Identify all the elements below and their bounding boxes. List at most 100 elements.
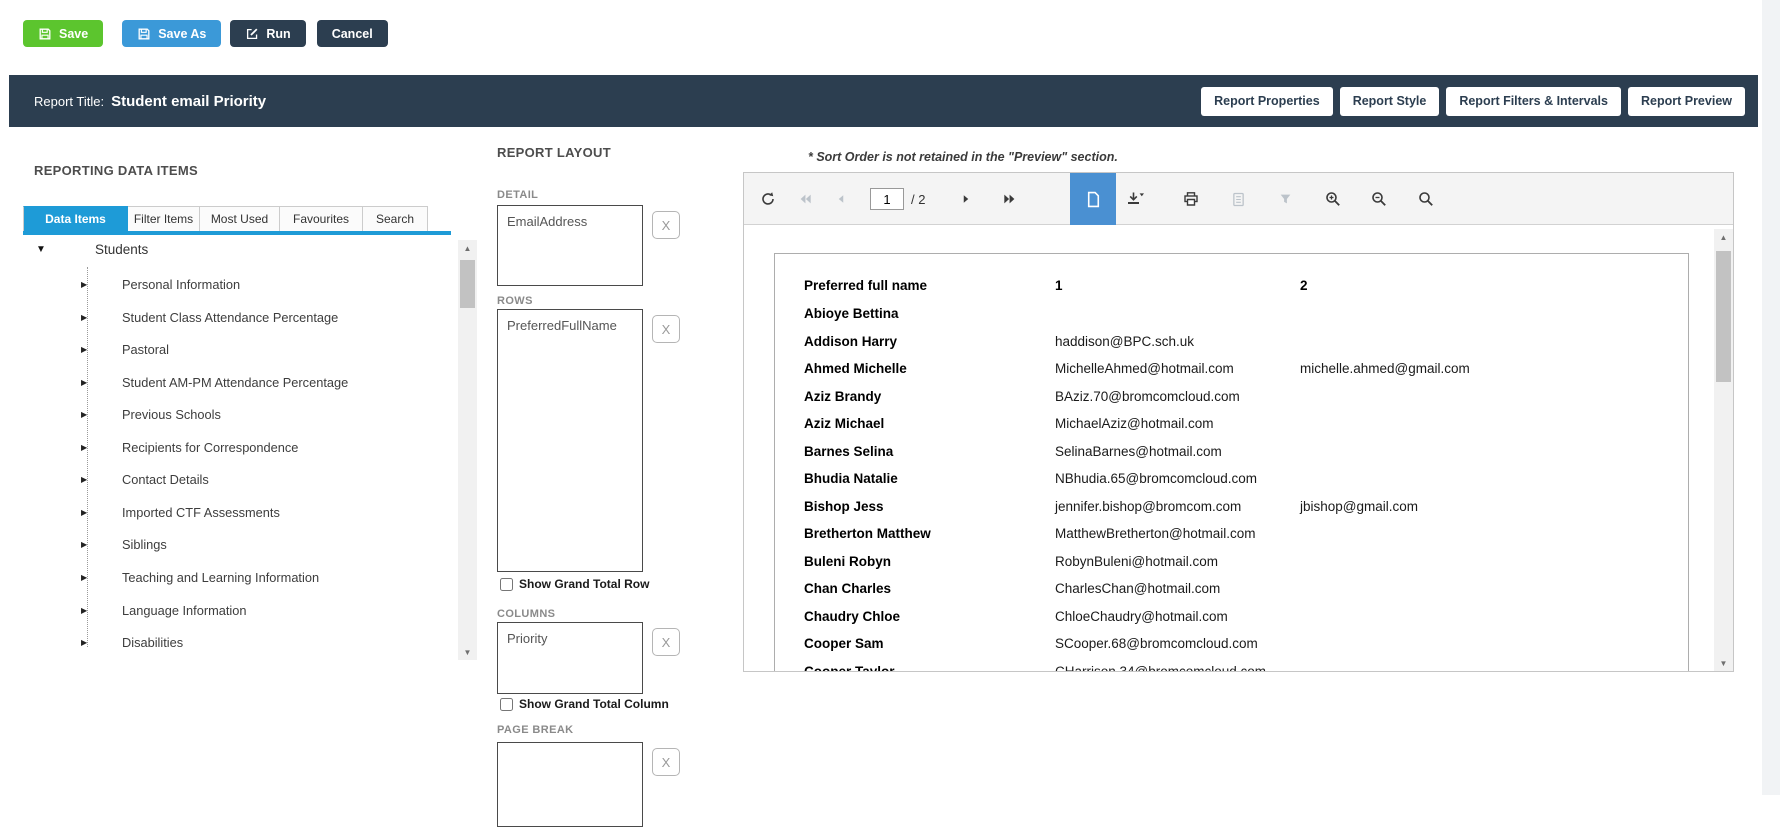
tree-node-label: Contact Details: [122, 472, 209, 488]
expand-arrow-icon[interactable]: ▶: [81, 345, 87, 354]
expand-arrow-icon[interactable]: ▶: [81, 508, 87, 517]
tab-strip-underline: [23, 231, 451, 235]
single-page-view-icon: [1086, 191, 1101, 208]
table-cell: Aziz Brandy: [804, 388, 882, 404]
tree-scroll-down-button[interactable]: ▼: [458, 644, 477, 660]
expand-arrow-icon[interactable]: ▶: [81, 606, 87, 615]
table-cell: Addison Harry: [804, 333, 898, 349]
save-as-label: Save As: [158, 26, 207, 41]
table-header-cell: 2: [1300, 278, 1308, 293]
table-cell: jennifer.bishop@bromcom.com: [1055, 498, 1242, 514]
save-label: Save: [59, 26, 89, 41]
viewer-scrollbar[interactable]: ▲ ▼: [1714, 229, 1733, 671]
zoom-out-button[interactable]: [1366, 173, 1392, 225]
report-page: Preferred full name 1 2 Abioye Bettina Addis…: [774, 253, 1689, 671]
expand-arrow-icon[interactable]: ▶: [81, 475, 87, 484]
data-items-tree: ▼ Students ▶ Personal Information ▶ Student…: [23, 241, 453, 661]
tree-node-label: Recipients for Correspondence: [122, 439, 299, 455]
page-scrollbar-track[interactable]: [1762, 0, 1780, 795]
floppy-icon: [137, 27, 151, 41]
expand-arrow-icon[interactable]: ▶: [81, 280, 87, 289]
report-style-button[interactable]: Report Style: [1339, 86, 1440, 116]
tree-node-label: Disabilities: [122, 635, 184, 651]
table-cell: CHarrison.34@bromcomcloud.com: [1055, 663, 1267, 672]
tab-most-used[interactable]: Most Used: [200, 206, 280, 232]
viewer-scroll-thumb[interactable]: [1716, 251, 1731, 382]
tree-scrollbar[interactable]: ▲ ▼: [458, 240, 477, 660]
expand-arrow-icon[interactable]: ▶: [81, 378, 87, 387]
viewer-scroll-down-button[interactable]: ▼: [1714, 655, 1733, 671]
expand-arrow-icon[interactable]: ▶: [81, 313, 87, 322]
title-bar-buttons: Report Properties Report Style Report Filt…: [1201, 86, 1745, 116]
page-number-input[interactable]: [870, 188, 904, 210]
table-cell: ChloeChaudry@hotmail.com: [1055, 608, 1228, 624]
next-page-button[interactable]: [953, 173, 979, 225]
show-grand-total-row-checkbox[interactable]: [500, 577, 513, 591]
page-break-drop-zone[interactable]: [497, 742, 643, 827]
expand-arrow-icon[interactable]: ▶: [81, 540, 87, 549]
detail-remove-button[interactable]: X: [652, 211, 680, 239]
table-cell: BAziz.70@bromcomcloud.com: [1055, 388, 1240, 404]
tree-scroll-thumb[interactable]: [460, 260, 475, 308]
document-map-button: [1225, 173, 1251, 225]
last-page-button[interactable]: [997, 173, 1023, 225]
tab-favourites[interactable]: Favourites: [280, 206, 363, 232]
print-icon: [1183, 191, 1199, 207]
search-button[interactable]: [1413, 173, 1439, 225]
report-layout-heading: REPORT LAYOUT: [497, 145, 611, 160]
report-properties-button[interactable]: Report Properties: [1201, 86, 1333, 116]
collapse-arrow-icon[interactable]: ▼: [36, 244, 46, 255]
data-items-tab-strip: Data Items Filter Items Most Used Favourite…: [23, 206, 428, 232]
expand-arrow-icon[interactable]: ▶: [81, 410, 87, 419]
prev-page-icon: [835, 193, 847, 205]
report-title-bar: Report Title: Student email Priority Rep…: [9, 75, 1758, 127]
cancel-button[interactable]: Cancel: [316, 20, 388, 47]
table-cell: Chaudry Chloe: [804, 608, 901, 624]
page-break-remove-button[interactable]: X: [652, 748, 680, 776]
report-viewer-body: Preferred full name 1 2 Abioye Bettina Addis…: [744, 225, 1733, 671]
rows-section-label: ROWS: [497, 295, 533, 307]
tree-node-label: Students: [95, 242, 149, 257]
last-page-icon: [1003, 192, 1017, 206]
show-grand-total-column-checkbox[interactable]: [500, 697, 513, 711]
table-cell: Cooper Sam: [804, 636, 884, 651]
single-page-view-button[interactable]: [1070, 173, 1116, 225]
detail-section-label: DETAIL: [497, 189, 539, 201]
columns-remove-button[interactable]: X: [652, 628, 680, 656]
table-cell: haddison@BPC.sch.uk: [1055, 333, 1195, 349]
expand-arrow-icon[interactable]: ▶: [81, 638, 87, 647]
tab-filter-items[interactable]: Filter Items: [128, 206, 200, 232]
save-button[interactable]: Save: [23, 20, 104, 47]
print-button[interactable]: [1178, 173, 1204, 225]
detail-drop-zone[interactable]: EmailAddress: [497, 205, 643, 286]
table-cell: MatthewBretherton@hotmail.com: [1055, 526, 1256, 541]
run-button[interactable]: Run: [230, 20, 306, 47]
tab-data-items[interactable]: Data Items: [23, 206, 128, 232]
rows-drop-zone[interactable]: PreferredFullName: [497, 309, 643, 572]
tree-scroll-up-button[interactable]: ▲: [458, 240, 477, 256]
refresh-button[interactable]: [755, 173, 781, 225]
tree-node-label: Language Information: [122, 602, 247, 618]
first-page-button: [792, 173, 818, 225]
tree-guide-line: [87, 267, 88, 647]
zoom-in-button[interactable]: [1320, 173, 1346, 225]
save-as-button[interactable]: Save As: [122, 20, 222, 47]
pencil-icon: [245, 27, 259, 41]
report-filters-intervals-button[interactable]: Report Filters & Intervals: [1446, 86, 1621, 116]
cancel-label: Cancel: [331, 26, 373, 41]
show-grand-total-column-label: Show Grand Total Column: [519, 697, 669, 711]
page-break-section-label: PAGE BREAK: [497, 724, 574, 736]
report-preview-button[interactable]: Report Preview: [1627, 86, 1745, 116]
expand-arrow-icon[interactable]: ▶: [81, 443, 87, 452]
columns-drop-zone[interactable]: Priority: [497, 622, 643, 694]
filter-icon: [1278, 192, 1293, 206]
export-button[interactable]: [1122, 173, 1148, 225]
table-header-cell: Preferred full name: [804, 278, 928, 293]
viewer-scroll-up-button[interactable]: ▲: [1714, 229, 1733, 245]
tab-search[interactable]: Search: [363, 206, 428, 232]
rows-remove-button[interactable]: X: [652, 315, 680, 343]
report-viewer-toolbar: / 2: [744, 173, 1733, 225]
expand-arrow-icon[interactable]: ▶: [81, 573, 87, 582]
zoom-out-icon: [1371, 191, 1387, 207]
run-label: Run: [266, 26, 291, 41]
